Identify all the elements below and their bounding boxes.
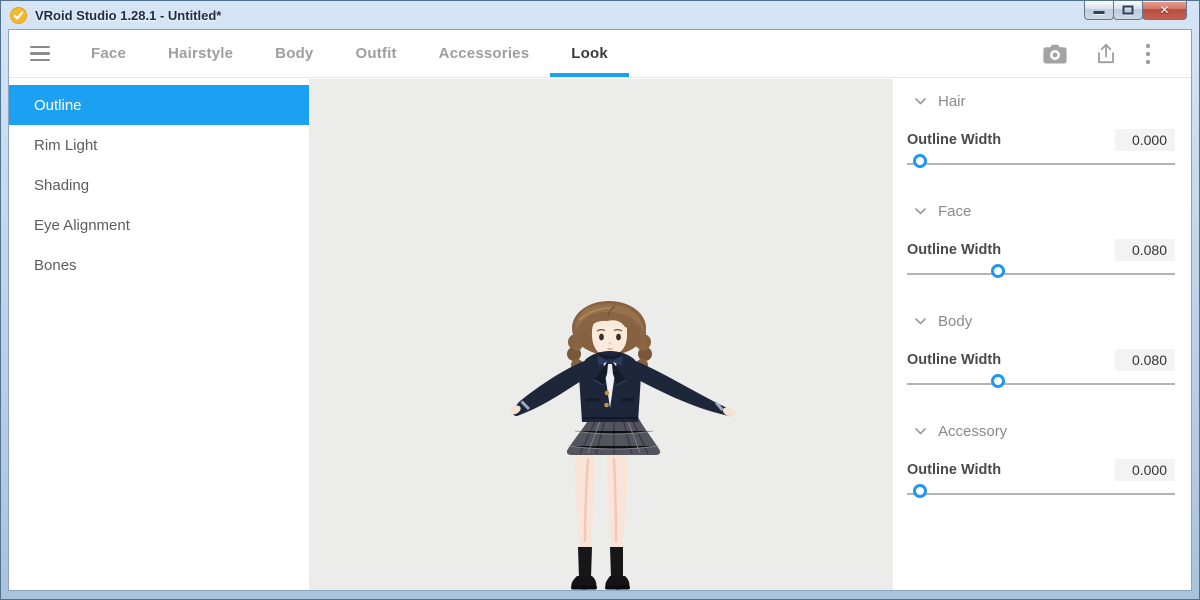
- kebab-menu-icon: [1145, 43, 1151, 65]
- sidebar-item-shading[interactable]: Shading: [9, 165, 309, 205]
- outline-width-label: Outline Width: [907, 462, 1001, 478]
- sidebar-item-outline[interactable]: Outline: [9, 85, 309, 125]
- outline-width-value[interactable]: 0.000: [1115, 129, 1175, 151]
- editor-tabs: Face Hairstyle Body Outfit Accessories L…: [70, 30, 629, 77]
- outline-width-slider[interactable]: [907, 264, 1175, 285]
- share-export-icon: [1095, 43, 1117, 65]
- chevron-down-icon: [915, 208, 926, 215]
- app-window: VRoid Studio 1.28.1 - Untitled* ✕ Face H…: [0, 0, 1200, 600]
- close-icon: ✕: [1143, 1, 1186, 19]
- section-body-header[interactable]: Body: [907, 310, 1175, 332]
- outline-width-value[interactable]: 0.080: [1115, 239, 1175, 261]
- export-button[interactable]: [1095, 43, 1117, 65]
- tab-look[interactable]: Look: [550, 30, 629, 77]
- title-bar: VRoid Studio 1.28.1 - Untitled* ✕: [1, 1, 1199, 29]
- section-face: Face Outline Width 0.080: [907, 200, 1175, 285]
- minimize-icon: [1094, 11, 1105, 14]
- slider-handle[interactable]: [991, 264, 1005, 278]
- maximize-icon: [1123, 6, 1134, 15]
- minimize-button[interactable]: [1084, 1, 1114, 20]
- slider-track[interactable]: [907, 493, 1175, 495]
- screenshot-button[interactable]: [1043, 44, 1067, 64]
- outline-width-value[interactable]: 0.080: [1115, 349, 1175, 371]
- slider-handle[interactable]: [991, 374, 1005, 388]
- slider-track[interactable]: [907, 163, 1175, 165]
- slider-handle[interactable]: [913, 154, 927, 168]
- tab-body[interactable]: Body: [254, 30, 334, 77]
- sidebar-item-bones[interactable]: Bones: [9, 245, 309, 285]
- outline-parameters-panel: Hair Outline Width 0.000 Face: [892, 79, 1191, 590]
- outline-width-label: Outline Width: [907, 352, 1001, 368]
- slider-track[interactable]: [907, 273, 1175, 275]
- tab-accessories[interactable]: Accessories: [418, 30, 551, 77]
- slider-handle[interactable]: [913, 484, 927, 498]
- chevron-down-icon: [915, 318, 926, 325]
- outline-width-slider[interactable]: [907, 154, 1175, 175]
- section-body: Body Outline Width 0.080: [907, 310, 1175, 395]
- menu-button[interactable]: [30, 46, 50, 61]
- character-model: [507, 300, 739, 590]
- window-controls: ✕: [1085, 1, 1187, 20]
- sidebar-item-eye-alignment[interactable]: Eye Alignment: [9, 205, 309, 245]
- slider-track[interactable]: [907, 383, 1175, 385]
- outline-width-label: Outline Width: [907, 132, 1001, 148]
- section-accessory-header[interactable]: Accessory: [907, 420, 1175, 442]
- app-surface: Face Hairstyle Body Outfit Accessories L…: [8, 29, 1192, 591]
- section-hair-header[interactable]: Hair: [907, 90, 1175, 112]
- vroid-logo-icon: [10, 7, 27, 24]
- chevron-down-icon: [915, 428, 926, 435]
- close-button[interactable]: ✕: [1142, 1, 1187, 20]
- camera-icon: [1043, 44, 1067, 64]
- sidebar-item-rim-light[interactable]: Rim Light: [9, 125, 309, 165]
- tab-face[interactable]: Face: [70, 30, 147, 77]
- window-title: VRoid Studio 1.28.1 - Untitled*: [35, 8, 221, 23]
- main-area: Outline Rim Light Shading Eye Alignment …: [9, 79, 1191, 590]
- section-hair: Hair Outline Width 0.000: [907, 90, 1175, 175]
- more-options-button[interactable]: [1145, 43, 1151, 65]
- section-face-header[interactable]: Face: [907, 200, 1175, 222]
- maximize-button[interactable]: [1113, 1, 1143, 20]
- hamburger-icon: [30, 46, 50, 48]
- look-sidebar: Outline Rim Light Shading Eye Alignment …: [9, 79, 309, 590]
- tab-outfit[interactable]: Outfit: [334, 30, 417, 77]
- outline-width-slider[interactable]: [907, 374, 1175, 395]
- top-navbar: Face Hairstyle Body Outfit Accessories L…: [9, 30, 1191, 78]
- chevron-down-icon: [915, 98, 926, 105]
- outline-width-value[interactable]: 0.000: [1115, 459, 1175, 481]
- tab-hairstyle[interactable]: Hairstyle: [147, 30, 254, 77]
- model-viewport[interactable]: [309, 79, 892, 590]
- outline-width-slider[interactable]: [907, 484, 1175, 505]
- outline-width-label: Outline Width: [907, 242, 1001, 258]
- section-accessory: Accessory Outline Width 0.000: [907, 420, 1175, 505]
- navbar-actions: [1043, 30, 1151, 77]
